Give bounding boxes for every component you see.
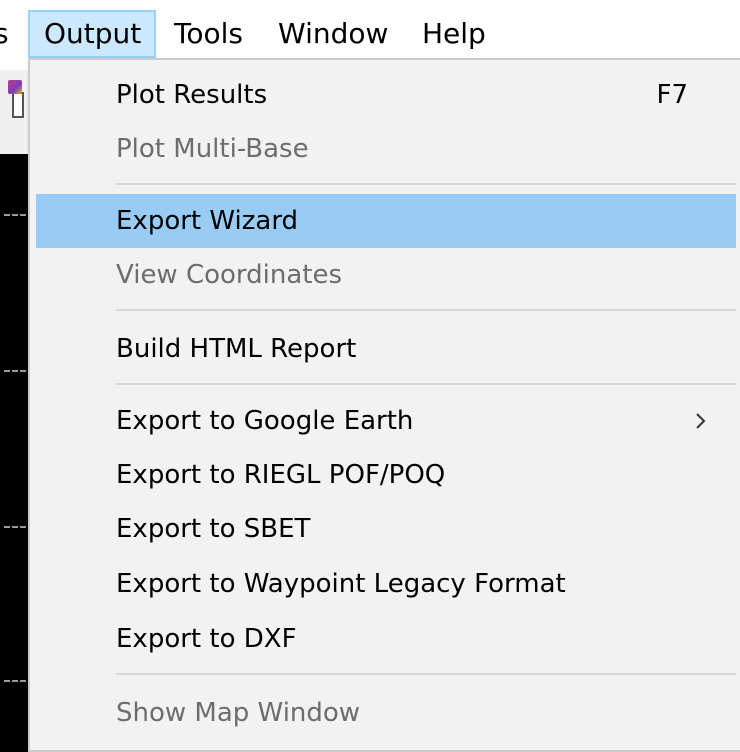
menu-separator <box>116 309 736 311</box>
menu-item-view-coordinates: View Coordinates <box>36 248 736 302</box>
menu-item-export-dxf[interactable]: Export to DXF <box>36 612 736 666</box>
menu-item-build-html-report[interactable]: Build HTML Report <box>36 322 736 376</box>
grid-tick <box>4 680 26 682</box>
menubar-item-partial[interactable]: s <box>0 10 9 58</box>
grid-tick <box>4 370 26 372</box>
menu-item-export-riegl[interactable]: Export to RIEGL POF/POQ <box>36 448 736 502</box>
menu-item-label: Export to SBET <box>116 514 311 544</box>
menubar-item-tools[interactable]: Tools <box>174 10 243 58</box>
menu-item-label: Export to RIEGL POF/POQ <box>116 460 446 490</box>
grid-tick <box>4 526 26 528</box>
menu-item-label: Plot Results <box>116 80 268 110</box>
output-dropdown-menu: Plot Results F7 Plot Multi-Base Export W… <box>28 58 740 752</box>
menu-separator <box>116 383 736 385</box>
menu-item-show-map-window: Show Map Window <box>36 686 736 740</box>
menu-item-label: Export Wizard <box>116 206 299 236</box>
menu-separator <box>116 183 736 185</box>
menu-separator <box>116 673 736 675</box>
menu-item-export-google-earth[interactable]: Export to Google Earth <box>36 394 736 448</box>
menu-item-label: Plot Multi-Base <box>116 134 309 164</box>
menu-item-label: Export to Google Earth <box>116 406 414 436</box>
menu-item-plot-multi-base: Plot Multi-Base <box>36 122 736 176</box>
chevron-right-icon <box>696 413 706 429</box>
menu-item-export-sbet[interactable]: Export to SBET <box>36 502 736 556</box>
menu-item-plot-results[interactable]: Plot Results F7 <box>36 68 736 122</box>
grid-tick <box>4 214 26 216</box>
shortcut-label: F7 <box>656 80 689 110</box>
menubar-item-output[interactable]: Output <box>28 10 156 58</box>
menu-item-export-wizard[interactable]: Export Wizard <box>36 194 736 248</box>
menu-item-label: Show Map Window <box>116 698 361 728</box>
plot-area <box>0 154 28 752</box>
menu-item-export-waypoint-legacy[interactable]: Export to Waypoint Legacy Format <box>36 557 736 611</box>
menubar-item-help[interactable]: Help <box>422 10 486 58</box>
menu-item-label: Export to DXF <box>116 624 297 654</box>
menubar-item-window[interactable]: Window <box>278 10 388 58</box>
menu-item-label: View Coordinates <box>116 260 343 290</box>
menu-item-label: Build HTML Report <box>116 334 357 364</box>
toolbar-icon[interactable] <box>8 80 24 120</box>
menu-item-label: Export to Waypoint Legacy Format <box>116 569 566 599</box>
